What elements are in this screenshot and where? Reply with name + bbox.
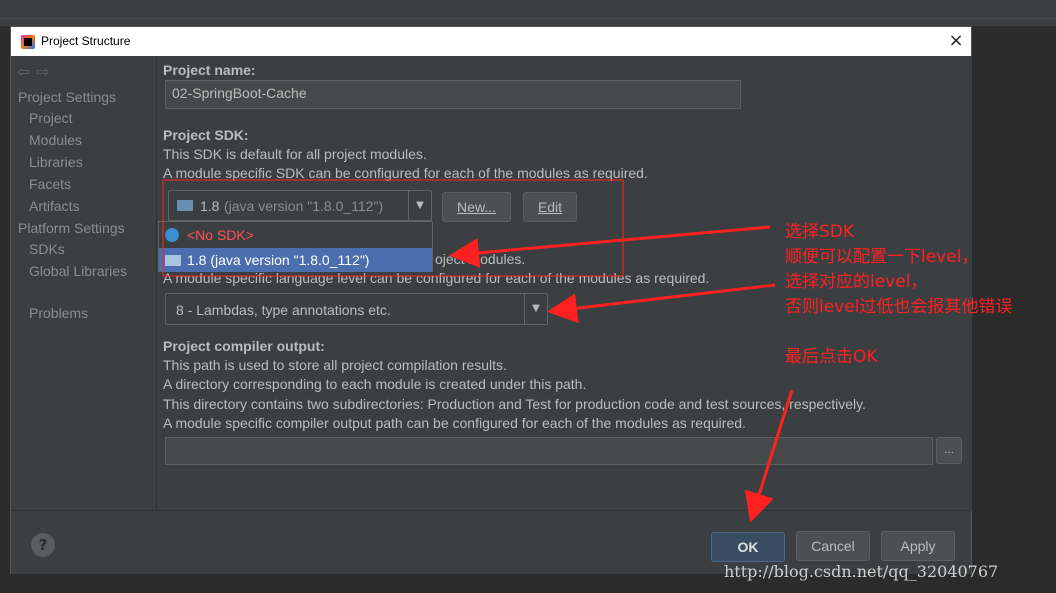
background-window-strip	[0, 0, 1056, 26]
annotation-configure-level: 顺便可以配置一下level，	[785, 247, 979, 267]
compiler-output-description-4: A module specific compiler output path c…	[163, 415, 746, 431]
sdk-folder-icon	[165, 255, 181, 266]
cancel-button[interactable]: Cancel	[796, 531, 870, 561]
sidebar: ⇦⇨ Project Settings Project Modules Libr…	[11, 56, 156, 510]
no-sdk-icon	[165, 228, 179, 242]
project-sdk-description-1: This SDK is default for all project modu…	[163, 146, 427, 162]
annotation-select-sdk: 选择SDK	[785, 222, 855, 242]
new-sdk-button[interactable]: New...	[442, 192, 511, 222]
sidebar-item-facets[interactable]: Facets	[29, 176, 71, 192]
sidebar-item-artifacts[interactable]: Artifacts	[29, 198, 80, 214]
sidebar-item-modules[interactable]: Modules	[29, 132, 82, 148]
language-level-combobox[interactable]: 8 - Lambdas, type annotations etc. ▼	[165, 293, 548, 325]
sdk-option-label: 1.8 (java version "1.8.0_112")	[187, 252, 370, 268]
language-level-description-2: A module specific language level can be …	[163, 270, 710, 286]
compiler-output-description-1: This path is used to store all project c…	[163, 357, 507, 373]
project-sdk-label: Project SDK:	[163, 127, 249, 143]
sidebar-header-platform-settings: Platform Settings	[18, 220, 125, 236]
sdk-dropdown-popup: <No SDK> 1.8 (java version "1.8.0_112")	[158, 221, 433, 272]
annotation-level-warning: 否则level过低也会报其他错误	[785, 297, 1013, 317]
sdk-selected-version: 1.8	[200, 198, 220, 214]
window-title: Project Structure	[41, 34, 131, 48]
compiler-output-label: Project compiler output:	[163, 338, 325, 354]
language-level-desc-tail: oject modules.	[435, 251, 526, 267]
ok-button[interactable]: OK	[711, 532, 785, 562]
sdk-option-1-8[interactable]: 1.8 (java version "1.8.0_112")	[159, 248, 432, 272]
project-sdk-description-2: A module specific SDK can be configured …	[163, 165, 648, 181]
close-button[interactable]: ×	[945, 30, 967, 52]
sidebar-item-problems[interactable]: Problems	[29, 305, 88, 321]
help-icon[interactable]: ?	[31, 533, 55, 557]
project-name-label: Project name:	[163, 62, 256, 78]
sidebar-item-sdks[interactable]: SDKs	[29, 241, 65, 257]
compiler-output-description-3: This directory contains two subdirectori…	[163, 396, 866, 412]
chevron-down-icon[interactable]: ▼	[408, 191, 431, 220]
sidebar-item-libraries[interactable]: Libraries	[29, 154, 83, 170]
browse-button[interactable]: ...	[936, 437, 962, 464]
sidebar-item-project[interactable]: Project	[29, 110, 73, 126]
intellij-logo-icon	[21, 35, 35, 49]
chevron-down-icon[interactable]: ▼	[524, 294, 547, 324]
sdk-selected-detail: (java version "1.8.0_112")	[224, 198, 384, 214]
annotation-select-level: 选择对应的level，	[785, 272, 928, 292]
project-name-input[interactable]: 02-SpringBoot-Cache	[165, 80, 741, 109]
sidebar-header-project-settings: Project Settings	[18, 89, 117, 105]
apply-button[interactable]: Apply	[881, 531, 955, 561]
annotation-click-ok: 最后点击OK	[785, 347, 878, 367]
back-forward-icon[interactable]: ⇦⇨	[17, 62, 56, 81]
project-sdk-combobox[interactable]: 1.8 (java version "1.8.0_112") ▼	[168, 190, 432, 221]
watermark-text: http://blog.csdn.net/qq_32040767	[724, 562, 999, 581]
sdk-option-no-sdk[interactable]: <No SDK>	[159, 223, 432, 247]
edit-sdk-button[interactable]: Edit	[523, 192, 577, 222]
sdk-folder-icon	[177, 200, 193, 211]
title-bar: Project Structure ×	[11, 27, 971, 56]
language-level-value: 8 - Lambdas, type annotations etc.	[176, 302, 391, 318]
compiler-output-path-input[interactable]	[165, 437, 933, 465]
compiler-output-description-2: A directory corresponding to each module…	[163, 376, 587, 392]
sidebar-item-global-libraries[interactable]: Global Libraries	[29, 263, 127, 279]
sdk-option-label: <No SDK>	[187, 227, 254, 243]
